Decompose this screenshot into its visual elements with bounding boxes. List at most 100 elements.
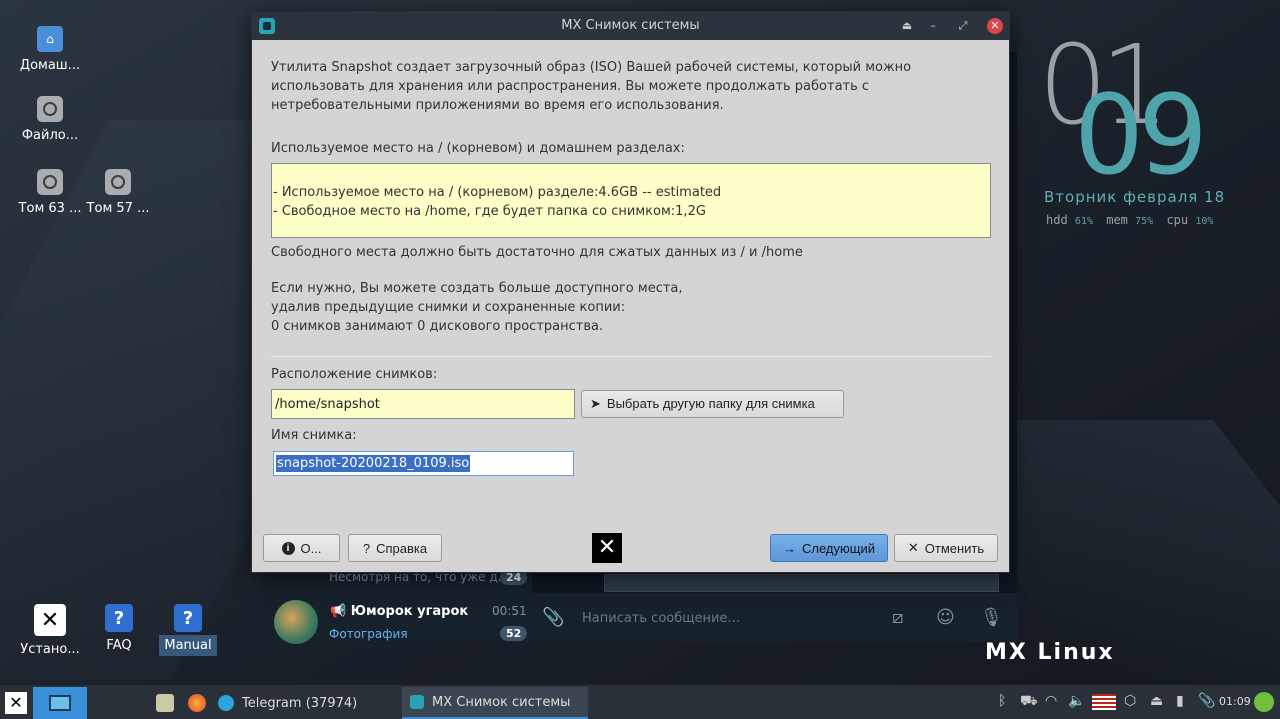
conky-clock: 01 09 Вторник февраля 18 hdd 61% mem 75%…: [1038, 30, 1278, 240]
advice-text: Если нужно, Вы можете создать больше дос…: [271, 279, 683, 336]
location-label: Расположение снимков:: [271, 367, 438, 382]
location-input[interactable]: [271, 389, 575, 419]
keyboard-layout-flag-icon[interactable]: [1092, 694, 1116, 710]
desktop-icon-faq[interactable]: ? FAQ: [79, 604, 159, 653]
snapshot-dialog[interactable]: MX Снимок системы ⏏ – ⤢ ✕ Утилита Snapsh…: [251, 11, 1010, 573]
choose-folder-button[interactable]: ➤ Выбрать другую папку для снимка: [581, 390, 844, 418]
power-icon[interactable]: [1254, 692, 1274, 712]
screenshot-thumbnail[interactable]: [604, 574, 999, 592]
telegram-input-bar[interactable]: 📎 Написать сообщение... ⧄ ☺ 🎙: [532, 592, 1017, 642]
window-titlebar[interactable]: MX Снимок системы ⏏ – ⤢ ✕: [252, 12, 1009, 40]
help-button[interactable]: ? Справка: [348, 534, 442, 562]
updater-icon[interactable]: ⛟: [1020, 693, 1038, 711]
bluetooth-icon[interactable]: ᛒ: [998, 693, 1006, 709]
advice-line: 0 снимков занимают 0 дискового пространс…: [271, 319, 604, 334]
space-note: Свободного места должно быть достаточно …: [271, 245, 803, 260]
cpu-value: 10%: [1195, 216, 1214, 227]
window-title: MX Снимок системы: [561, 18, 700, 33]
desktop-icon-label: Устано...: [20, 642, 80, 657]
home-folder-icon: ⌂: [37, 26, 63, 52]
hdd-value: 61%: [1074, 216, 1093, 227]
commands-icon[interactable]: ⧄: [892, 607, 903, 628]
snapshot-name-label: Имя снимка:: [271, 428, 357, 443]
microphone-icon[interactable]: 🎙: [980, 607, 1003, 628]
telegram-icon: [218, 695, 234, 711]
drive-icon: [105, 169, 131, 195]
mx-logo-icon: ✕: [592, 533, 622, 563]
drive-icon: [37, 169, 63, 195]
desktop-icon-label: Домаш...: [19, 58, 81, 73]
file-manager-icon[interactable]: [156, 694, 174, 712]
package-icon[interactable]: ⬡: [1124, 693, 1136, 709]
desktop-icon-label: Том 57 ...: [86, 201, 150, 216]
unread-badge: 52: [500, 626, 528, 641]
drive-icon: [37, 96, 63, 122]
mem-label: mem: [1106, 213, 1128, 227]
app-icon: [259, 18, 275, 34]
emoji-icon[interactable]: ☺: [936, 607, 955, 628]
desktop-icon-filesystem[interactable]: Файло...: [10, 96, 90, 143]
mem-value: 75%: [1135, 216, 1154, 227]
close-icon[interactable]: ✕: [987, 18, 1003, 34]
maximize-icon[interactable]: ⤢: [953, 12, 973, 40]
desktop-icon-manual[interactable]: ? Manual: [148, 604, 228, 656]
chat-time: 00:51: [492, 604, 527, 618]
advice-line: Если нужно, Вы можете создать больше дос…: [271, 281, 683, 296]
message-input[interactable]: Написать сообщение...: [582, 611, 740, 626]
shade-icon[interactable]: ⏏: [897, 12, 917, 40]
wifi-icon[interactable]: ◠: [1045, 693, 1057, 709]
paperclip-icon[interactable]: 📎: [1198, 693, 1215, 709]
about-button[interactable]: i О...: [263, 534, 340, 562]
mx-logo-icon: ✕: [34, 604, 66, 636]
desktop-icon-label: Manual: [159, 635, 217, 656]
battery-icon[interactable]: ▮: [1176, 693, 1184, 709]
show-desktop-button[interactable]: [33, 687, 87, 719]
desktop-icon-installer[interactable]: ✕ Устано...: [10, 604, 90, 657]
volume-icon[interactable]: 🔈: [1068, 693, 1085, 709]
usage-root-line: - Используемое место на / (корневом) раз…: [273, 185, 722, 200]
paperclip-icon[interactable]: 📎: [542, 607, 564, 628]
info-icon: i: [281, 541, 295, 555]
snapshot-name-input[interactable]: snapshot-20200218_0109.iso: [273, 451, 574, 476]
desktop-icon-label: Файло...: [21, 128, 79, 143]
desktop-icon-volume-57[interactable]: Том 57 ...: [78, 169, 158, 216]
taskbar: ✕ Telegram (37974) MX Снимок системы ᛒ ⛟…: [0, 684, 1280, 719]
task-telegram[interactable]: Telegram (37974): [210, 687, 400, 719]
desktop-icon-home[interactable]: ⌂ Домаш...: [10, 26, 90, 73]
selected-text: snapshot-20200218_0109.iso: [276, 455, 471, 472]
hdd-label: hdd: [1046, 213, 1068, 227]
cpu-label: cpu: [1166, 213, 1189, 227]
clock-date: Вторник февраля 18: [1044, 188, 1226, 206]
mx-logo-icon: ✕: [5, 691, 27, 714]
advice-line: удалив предыдущие снимки и сохраненные к…: [271, 300, 626, 315]
desktop-icon-label: FAQ: [106, 638, 132, 653]
desktop-icon: [49, 695, 71, 711]
usage-info-box: - Используемое место на / (корневом) раз…: [271, 163, 991, 238]
avatar[interactable]: [274, 600, 318, 644]
usage-home-line: - Свободное место на /home, где будет па…: [273, 204, 706, 219]
question-icon: ?: [105, 604, 133, 632]
intro-text: Утилита Snapshot создает загрузочный обр…: [271, 60, 912, 113]
clock-minutes: 09: [1074, 71, 1208, 199]
start-menu-button[interactable]: ✕: [0, 685, 32, 719]
eject-icon[interactable]: ⏏: [1150, 693, 1163, 709]
app-icon: [410, 695, 424, 709]
clock-time[interactable]: 01:09: [1219, 695, 1251, 708]
system-stats: hdd 61% mem 75% cpu 10%: [1046, 213, 1219, 227]
next-button[interactable]: → Следующий: [770, 534, 888, 562]
usage-label: Используемое место на / (корневом) и дом…: [271, 141, 685, 156]
mx-linux-wordmark: MX Linux: [985, 640, 1115, 665]
cursor-arrow-icon: ➤: [590, 396, 601, 411]
close-icon: ✕: [907, 540, 919, 555]
chat-name[interactable]: 📢 Юморок угарок: [330, 604, 468, 619]
minimize-icon[interactable]: –: [923, 12, 943, 40]
question-icon: ?: [362, 540, 371, 556]
chat-preview-text: Фотография: [329, 627, 408, 641]
cancel-button[interactable]: ✕ Отменить: [894, 534, 998, 562]
firefox-icon[interactable]: [188, 694, 206, 712]
arrow-right-icon: →: [783, 540, 796, 556]
task-snapshot[interactable]: MX Снимок системы: [402, 687, 588, 719]
divider: [271, 356, 991, 357]
question-icon: ?: [174, 604, 202, 632]
megaphone-icon: 📢: [330, 604, 351, 619]
